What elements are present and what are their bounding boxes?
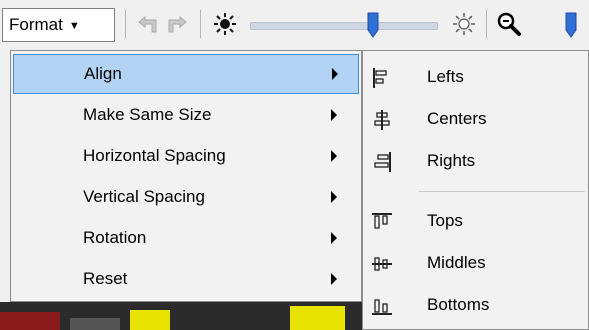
align-right-icon xyxy=(371,151,393,173)
submenu-item-lefts[interactable]: Lefts xyxy=(363,57,588,97)
menu-item-align[interactable]: Align xyxy=(13,54,359,94)
toolbar: Format ▼ xyxy=(0,0,589,50)
chevron-right-icon xyxy=(331,273,337,285)
brightness-slider-thumb[interactable] xyxy=(367,12,379,38)
chevron-right-icon xyxy=(332,68,338,80)
submenu-item-rights[interactable]: Rights xyxy=(363,141,588,181)
menu-item-label: Align xyxy=(84,64,122,83)
menu-item-label: Reset xyxy=(83,269,128,288)
chevron-down-icon: ▼ xyxy=(68,20,80,32)
submenu-separator xyxy=(419,191,585,192)
align-bottom-icon xyxy=(371,295,393,317)
submenu-item-middles[interactable]: Middles xyxy=(363,243,588,283)
menu-item-reset[interactable]: Reset xyxy=(13,260,359,300)
submenu-item-bottoms[interactable]: Bottoms xyxy=(363,285,588,325)
menu-item-rotation[interactable]: Rotation xyxy=(13,219,359,259)
background-canvas xyxy=(0,302,362,330)
menu-item-label: Horizontal Spacing xyxy=(83,146,226,165)
brightness-low-icon[interactable] xyxy=(211,10,239,38)
canvas-element xyxy=(130,310,170,330)
zoom-icon[interactable] xyxy=(495,10,523,38)
format-menu-button[interactable]: Format ▼ xyxy=(2,8,115,42)
submenu-item-centers[interactable]: Centers xyxy=(363,99,588,139)
submenu-item-label: Middles xyxy=(427,253,486,272)
menu-item-label: Vertical Spacing xyxy=(83,187,205,206)
align-middle-icon xyxy=(371,253,393,275)
canvas-element xyxy=(290,306,345,330)
redo-icon[interactable] xyxy=(163,10,191,38)
chevron-right-icon xyxy=(331,109,337,121)
menu-item-label: Rotation xyxy=(83,228,147,247)
menu-item-make-same-size[interactable]: Make Same Size xyxy=(13,96,359,136)
align-center-icon xyxy=(371,109,393,131)
submenu-item-label: Rights xyxy=(427,151,476,170)
toolbar-separator xyxy=(125,10,126,38)
canvas-element xyxy=(70,318,120,330)
toolbar-separator xyxy=(486,10,487,38)
menu-item-horizontal-spacing[interactable]: Horizontal Spacing xyxy=(13,137,359,177)
undo-icon[interactable] xyxy=(134,10,162,38)
format-button-label: Format xyxy=(9,15,63,34)
align-submenu: Lefts Centers Rights Tops Middles Bottom… xyxy=(362,50,589,330)
brightness-high-icon[interactable] xyxy=(450,10,478,38)
brightness-slider-track[interactable] xyxy=(250,22,438,30)
menu-item-vertical-spacing[interactable]: Vertical Spacing xyxy=(13,178,359,218)
submenu-item-label: Bottoms xyxy=(427,295,490,314)
submenu-item-label: Tops xyxy=(427,211,463,230)
chevron-right-icon xyxy=(331,150,337,162)
submenu-item-label: Lefts xyxy=(427,67,464,86)
canvas-element xyxy=(0,312,60,330)
toolbar-separator xyxy=(200,10,201,38)
zoom-slider-thumb[interactable] xyxy=(565,12,577,38)
format-dropdown-menu: Align Make Same Size Horizontal Spacing … xyxy=(10,50,362,302)
submenu-item-label: Centers xyxy=(427,109,487,128)
menu-item-label: Make Same Size xyxy=(83,105,212,124)
align-top-icon xyxy=(371,211,393,233)
chevron-right-icon xyxy=(331,232,337,244)
submenu-item-tops[interactable]: Tops xyxy=(363,201,588,241)
align-left-icon xyxy=(371,67,393,89)
chevron-right-icon xyxy=(331,191,337,203)
